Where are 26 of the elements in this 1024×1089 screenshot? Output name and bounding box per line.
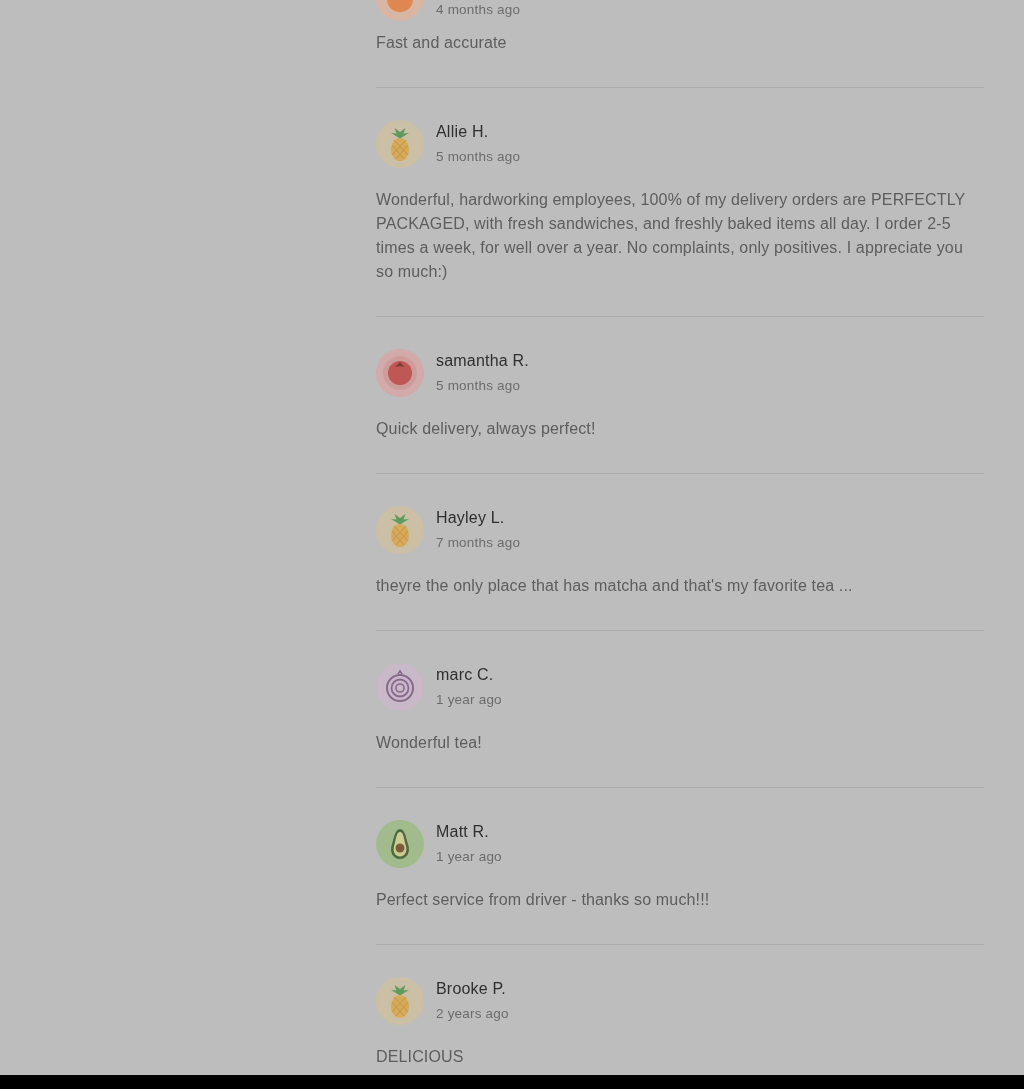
reviewer-name: Matt R. <box>436 822 489 842</box>
reviewer-name: Brooke P. <box>436 979 506 999</box>
review-time: 2 years ago <box>436 1005 509 1023</box>
reviewer-name: Allie H. <box>436 122 489 142</box>
review-text: Wonderful tea! <box>376 733 483 753</box>
review-text: Fast and accurate <box>376 33 508 53</box>
review-text: theyre the only place that has matcha and that's my favorite tea ... <box>376 576 854 596</box>
avocado-icon <box>376 820 424 868</box>
review-time: 4 months ago <box>436 1 521 19</box>
pineapple-icon <box>376 506 424 554</box>
reviewer-name: marc C. <box>436 665 494 685</box>
reviewer-name: Hayley L. <box>436 508 505 528</box>
pineapple-icon <box>376 977 424 1025</box>
review-time: 7 months ago <box>436 534 521 552</box>
review-text: Wonderful, hardworking employees, 100% of my delivery orders are PERFECTLY PACKAGED, with fresh sandwiches, and freshly baked items all day. I order 2-5 times a week, for well over a year. No complaints, only positives. I appreciate you so much:) <box>376 190 967 282</box>
tomato-icon <box>376 349 424 397</box>
onion-icon <box>376 663 424 711</box>
review-text: DELICIOUS <box>376 1047 465 1067</box>
review-time: 5 months ago <box>436 377 521 395</box>
review-time: 1 year ago <box>436 691 502 709</box>
review-text: Quick delivery, always perfect! <box>376 419 597 439</box>
review-time: 5 months ago <box>436 148 521 166</box>
review-time: 1 year ago <box>436 848 502 866</box>
pineapple-icon <box>376 120 424 168</box>
review-text: Perfect service from driver - thanks so much!!! <box>376 890 711 910</box>
reviewer-name: samantha R. <box>436 351 529 371</box>
